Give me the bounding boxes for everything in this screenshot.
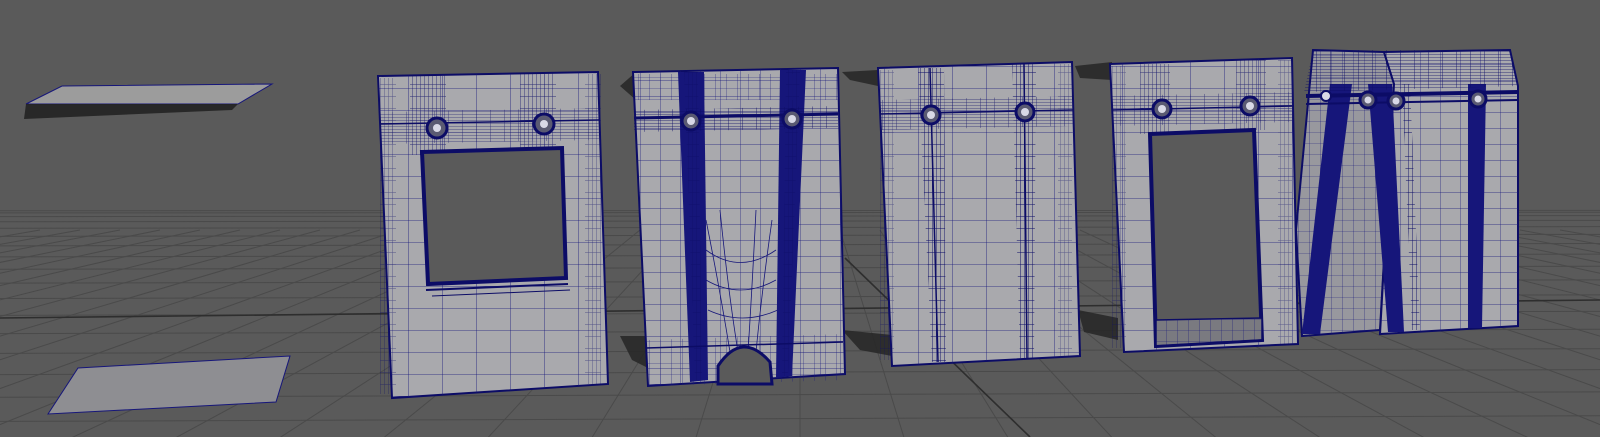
wall-panel-angled[interactable] xyxy=(1294,48,1519,338)
wall-panel-window[interactable] xyxy=(376,70,610,400)
wall-panel-arch[interactable] xyxy=(631,66,847,388)
wall-panel-plain[interactable] xyxy=(876,60,1082,368)
floating-plane[interactable] xyxy=(24,83,274,119)
viewport-canvas[interactable] xyxy=(0,0,1600,437)
3d-viewport[interactable] xyxy=(0,0,1600,437)
wall-panel-door[interactable] xyxy=(1108,56,1300,354)
ground-plane[interactable] xyxy=(47,355,291,415)
